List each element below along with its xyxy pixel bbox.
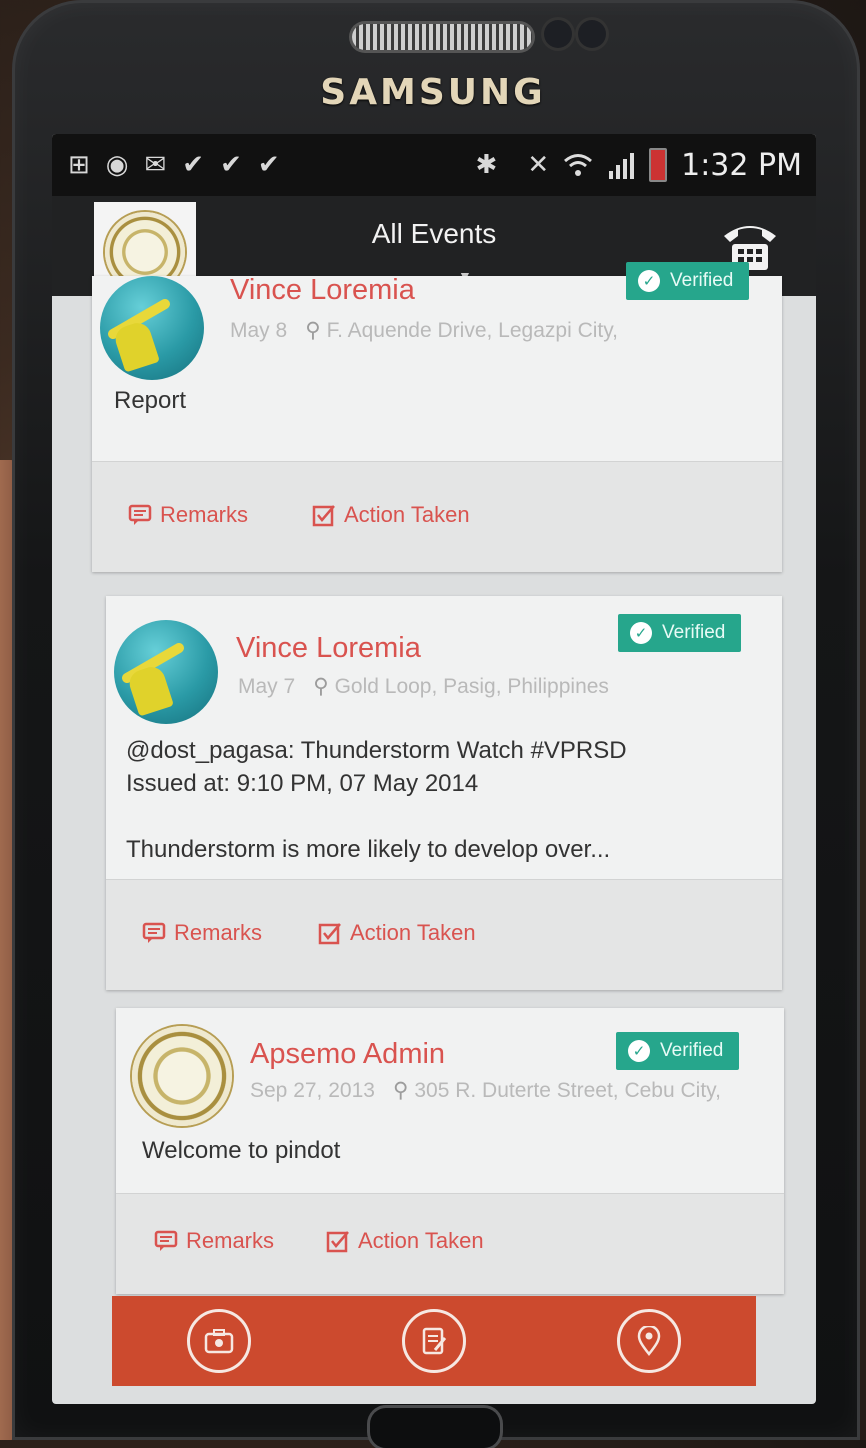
action-taken-button[interactable]: Action Taken xyxy=(326,1228,484,1254)
home-button[interactable] xyxy=(370,1408,500,1448)
post-location: 305 R. Duterte Street, Cebu City, xyxy=(414,1079,721,1102)
status-time: 1:32 PM xyxy=(681,147,802,183)
bluetooth-icon: ✱ xyxy=(475,150,498,180)
comment-icon xyxy=(142,922,166,943)
page-title[interactable]: All Events xyxy=(52,218,816,250)
post-body: Welcome to pindot xyxy=(142,1137,341,1164)
avatar xyxy=(114,620,218,724)
first-aid-kit-icon[interactable] xyxy=(187,1309,252,1373)
post-meta: Sep 27, 2013 ⚲ 305 R. Duterte Street, Cebu… xyxy=(250,1078,721,1103)
verified-badge: ✓ Verified xyxy=(618,614,742,652)
map-pin-icon: ⚲ xyxy=(392,1079,409,1102)
remarks-button[interactable]: Remarks xyxy=(128,502,248,528)
action-taken-button[interactable]: Action Taken xyxy=(318,920,476,946)
proximity-sensor xyxy=(544,20,572,48)
author-name[interactable]: Apsemo Admin xyxy=(250,1038,445,1071)
remarks-button[interactable]: Remarks xyxy=(154,1228,274,1254)
post-meta: May 7 ⚲ Gold Loop, Pasig, Philippines xyxy=(238,674,609,699)
verified-badge: ✓ Verified xyxy=(616,1032,740,1070)
author-name[interactable]: Vince Loremia xyxy=(230,274,415,307)
post-body: Report xyxy=(114,387,187,414)
events-feed[interactable]: ✓ Verified Vince Loremia May 8 ⚲ F. Aquend… xyxy=(52,262,816,1296)
mute-icon: ✕ xyxy=(527,150,550,180)
checkbox-icon xyxy=(312,505,335,527)
eye-icon: ◉ xyxy=(105,150,129,180)
location-pin-icon[interactable] xyxy=(616,1309,681,1373)
check-icon: ✔ xyxy=(182,150,205,180)
event-card[interactable]: ✓ Verified Apsemo Admin Sep 27, 2013 ⚲ 305… xyxy=(116,1008,784,1294)
card-actions: Remarks Action Taken xyxy=(106,879,782,990)
avatar xyxy=(100,276,204,380)
post-location: F. Aquende Drive, Legazpi City, xyxy=(326,319,619,342)
check-circle-icon: ✓ xyxy=(628,1040,650,1062)
device-brand: SAMSUNG xyxy=(320,72,546,113)
verified-badge: ✓ Verified xyxy=(626,262,750,300)
event-card[interactable]: ✓ Verified Vince Loremia May 7 ⚲ Gold Loop… xyxy=(106,596,782,990)
checkbox-icon xyxy=(318,923,341,945)
bottom-nav xyxy=(112,1296,756,1386)
post-location: Gold Loop, Pasig, Philippines xyxy=(334,675,609,698)
remarks-button[interactable]: Remarks xyxy=(142,920,262,946)
wifi-icon xyxy=(564,154,593,176)
post-meta: May 8 ⚲ F. Aquende Drive, Legazpi City, xyxy=(230,318,618,343)
battery-icon xyxy=(649,148,668,182)
card-actions: Remarks Action Taken xyxy=(116,1193,784,1294)
avatar xyxy=(132,1026,232,1126)
post-body: @dost_pagasa: Thunderstorm Watch #VPRSD … xyxy=(126,737,627,863)
front-camera xyxy=(578,20,606,48)
status-bar: ⊞ ◉ ✉ ✔ ✔ ✔ ✱ ✕ 1:32 PM xyxy=(52,134,816,196)
check-circle-icon: ✓ xyxy=(638,270,660,292)
plus-icon: ⊞ xyxy=(68,150,90,180)
post-date: May 7 xyxy=(238,675,296,698)
phone-screen: ⊞ ◉ ✉ ✔ ✔ ✔ ✱ ✕ 1:32 PM All Events ✓ Ver… xyxy=(52,134,816,1404)
card-actions: Remarks Action Taken xyxy=(92,461,782,572)
signal-icon xyxy=(609,153,635,179)
checkbox-icon xyxy=(326,1231,349,1253)
check-icon: ✔ xyxy=(220,150,242,180)
post-date: May 8 xyxy=(230,319,288,342)
earpiece-speaker xyxy=(352,24,532,50)
check-circle-icon: ✓ xyxy=(630,622,652,644)
comment-icon xyxy=(128,504,152,525)
map-pin-icon: ⚲ xyxy=(305,319,321,342)
comment-icon xyxy=(154,1230,178,1251)
notes-icon[interactable] xyxy=(401,1309,466,1373)
event-card[interactable]: ✓ Verified Vince Loremia May 8 ⚲ F. Aquend… xyxy=(92,262,782,572)
map-pin-icon: ⚲ xyxy=(313,675,329,698)
action-taken-button[interactable]: Action Taken xyxy=(312,502,470,528)
check-icon: ✔ xyxy=(257,150,280,180)
post-date: Sep 27, 2013 xyxy=(250,1079,375,1102)
author-name[interactable]: Vince Loremia xyxy=(236,632,421,665)
mail-icon: ✉ xyxy=(144,150,167,180)
